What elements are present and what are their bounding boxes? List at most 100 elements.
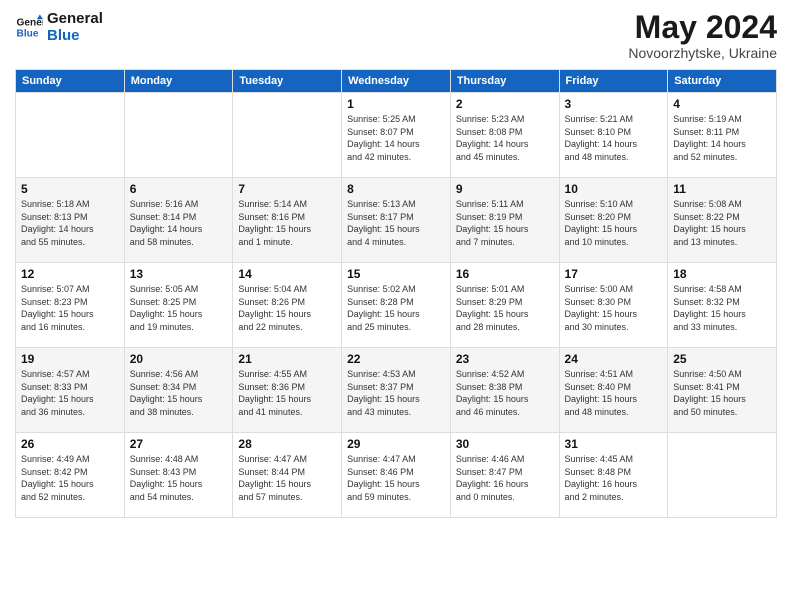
day-info: Sunrise: 5:08 AM Sunset: 8:22 PM Dayligh… bbox=[673, 198, 771, 248]
calendar-cell: 17 Sunrise: 5:00 AM Sunset: 8:30 PM Dayli… bbox=[559, 263, 668, 348]
day-number: 1 bbox=[347, 97, 445, 111]
day-info: Sunrise: 4:45 AM Sunset: 8:48 PM Dayligh… bbox=[565, 453, 663, 503]
day-number: 27 bbox=[130, 437, 228, 451]
logo-icon: General Blue bbox=[15, 13, 43, 41]
day-number: 5 bbox=[21, 182, 119, 196]
calendar-cell: 22Sunrise: 4:53 AM Sunset: 8:37 PM Dayli… bbox=[342, 348, 451, 433]
day-number: 8 bbox=[347, 182, 445, 196]
logo: General Blue General Blue bbox=[15, 10, 103, 45]
calendar-cell bbox=[233, 93, 342, 178]
calendar-cell: 10Sunrise: 5:10 AM Sunset: 8:20 PM Dayli… bbox=[559, 178, 668, 263]
day-number: 6 bbox=[130, 182, 228, 196]
calendar-cell: 24Sunrise: 4:51 AM Sunset: 8:40 PM Dayli… bbox=[559, 348, 668, 433]
calendar-cell: 25 Sunrise: 4:50 AM Sunset: 8:41 PM Dayli… bbox=[668, 348, 777, 433]
calendar-cell: 3 Sunrise: 5:21 AM Sunset: 8:10 PM Daylig… bbox=[559, 93, 668, 178]
day-info: Sunrise: 4:46 AM Sunset: 8:47 PM Dayligh… bbox=[456, 453, 554, 503]
day-info: Sunrise: 5:21 AM Sunset: 8:10 PM Dayligh… bbox=[565, 113, 663, 163]
calendar-cell: 20Sunrise: 4:56 AM Sunset: 8:34 PM Dayli… bbox=[124, 348, 233, 433]
calendar-cell: 4 Sunrise: 5:19 AM Sunset: 8:11 PM Daylig… bbox=[668, 93, 777, 178]
day-number: 3 bbox=[565, 97, 663, 111]
calendar-table: SundayMondayTuesdayWednesdayThursdayFrid… bbox=[15, 69, 777, 518]
calendar-cell bbox=[124, 93, 233, 178]
calendar-cell bbox=[668, 433, 777, 518]
day-info: Sunrise: 5:23 AM Sunset: 8:08 PM Dayligh… bbox=[456, 113, 554, 163]
day-number: 26 bbox=[21, 437, 119, 451]
page: General Blue General Blue May 2024 Novoo… bbox=[0, 0, 792, 612]
day-info: Sunrise: 5:07 AM Sunset: 8:23 PM Dayligh… bbox=[21, 283, 119, 333]
calendar-cell: 19 Sunrise: 4:57 AM Sunset: 8:33 PM Dayli… bbox=[16, 348, 125, 433]
calendar-week-3: 12 Sunrise: 5:07 AM Sunset: 8:23 PM Dayli… bbox=[16, 263, 777, 348]
day-number: 19 bbox=[21, 352, 119, 366]
svg-text:Blue: Blue bbox=[17, 29, 39, 40]
calendar-cell: 8 Sunrise: 5:13 AM Sunset: 8:17 PM Daylig… bbox=[342, 178, 451, 263]
day-number: 17 bbox=[565, 267, 663, 281]
calendar-week-4: 19 Sunrise: 4:57 AM Sunset: 8:33 PM Dayli… bbox=[16, 348, 777, 433]
calendar-cell: 14 Sunrise: 5:04 AM Sunset: 8:26 PM Dayli… bbox=[233, 263, 342, 348]
day-header-saturday: Saturday bbox=[668, 70, 777, 93]
calendar-cell: 26 Sunrise: 4:49 AM Sunset: 8:42 PM Dayli… bbox=[16, 433, 125, 518]
day-header-tuesday: Tuesday bbox=[233, 70, 342, 93]
day-info: Sunrise: 4:57 AM Sunset: 8:33 PM Dayligh… bbox=[21, 368, 119, 418]
calendar-cell: 18Sunrise: 4:58 AM Sunset: 8:32 PM Dayli… bbox=[668, 263, 777, 348]
day-number: 30 bbox=[456, 437, 554, 451]
day-number: 12 bbox=[21, 267, 119, 281]
day-number: 20 bbox=[130, 352, 228, 366]
day-info: Sunrise: 4:48 AM Sunset: 8:43 PM Dayligh… bbox=[130, 453, 228, 503]
day-number: 15 bbox=[347, 267, 445, 281]
calendar-cell: 5Sunrise: 5:18 AM Sunset: 8:13 PM Daylig… bbox=[16, 178, 125, 263]
calendar-cell: 28Sunrise: 4:47 AM Sunset: 8:44 PM Dayli… bbox=[233, 433, 342, 518]
location-title: Novoorzhytske, Ukraine bbox=[628, 45, 777, 61]
day-info: Sunrise: 4:50 AM Sunset: 8:41 PM Dayligh… bbox=[673, 368, 771, 418]
day-info: Sunrise: 5:19 AM Sunset: 8:11 PM Dayligh… bbox=[673, 113, 771, 163]
day-info: Sunrise: 5:04 AM Sunset: 8:26 PM Dayligh… bbox=[238, 283, 336, 333]
day-info: Sunrise: 5:25 AM Sunset: 8:07 PM Dayligh… bbox=[347, 113, 445, 163]
day-info: Sunrise: 4:55 AM Sunset: 8:36 PM Dayligh… bbox=[238, 368, 336, 418]
day-info: Sunrise: 5:01 AM Sunset: 8:29 PM Dayligh… bbox=[456, 283, 554, 333]
day-info: Sunrise: 5:13 AM Sunset: 8:17 PM Dayligh… bbox=[347, 198, 445, 248]
calendar-cell bbox=[16, 93, 125, 178]
month-title: May 2024 bbox=[628, 10, 777, 45]
day-info: Sunrise: 5:05 AM Sunset: 8:25 PM Dayligh… bbox=[130, 283, 228, 333]
day-header-monday: Monday bbox=[124, 70, 233, 93]
day-info: Sunrise: 4:49 AM Sunset: 8:42 PM Dayligh… bbox=[21, 453, 119, 503]
day-number: 9 bbox=[456, 182, 554, 196]
day-number: 2 bbox=[456, 97, 554, 111]
day-info: Sunrise: 4:53 AM Sunset: 8:37 PM Dayligh… bbox=[347, 368, 445, 418]
calendar-cell: 9Sunrise: 5:11 AM Sunset: 8:19 PM Daylig… bbox=[450, 178, 559, 263]
day-number: 4 bbox=[673, 97, 771, 111]
calendar-cell: 7Sunrise: 5:14 AM Sunset: 8:16 PM Daylig… bbox=[233, 178, 342, 263]
calendar-cell: 21 Sunrise: 4:55 AM Sunset: 8:36 PM Dayli… bbox=[233, 348, 342, 433]
day-number: 29 bbox=[347, 437, 445, 451]
logo-line1: General bbox=[47, 10, 103, 27]
day-number: 16 bbox=[456, 267, 554, 281]
day-info: Sunrise: 4:47 AM Sunset: 8:44 PM Dayligh… bbox=[238, 453, 336, 503]
day-number: 24 bbox=[565, 352, 663, 366]
day-info: Sunrise: 5:00 AM Sunset: 8:30 PM Dayligh… bbox=[565, 283, 663, 333]
day-number: 21 bbox=[238, 352, 336, 366]
calendar-cell: 11 Sunrise: 5:08 AM Sunset: 8:22 PM Dayli… bbox=[668, 178, 777, 263]
calendar-cell: 27 Sunrise: 4:48 AM Sunset: 8:43 PM Dayli… bbox=[124, 433, 233, 518]
calendar-week-2: 5Sunrise: 5:18 AM Sunset: 8:13 PM Daylig… bbox=[16, 178, 777, 263]
day-number: 10 bbox=[565, 182, 663, 196]
day-header-wednesday: Wednesday bbox=[342, 70, 451, 93]
day-number: 7 bbox=[238, 182, 336, 196]
calendar-cell: 6 Sunrise: 5:16 AM Sunset: 8:14 PM Daylig… bbox=[124, 178, 233, 263]
day-info: Sunrise: 4:47 AM Sunset: 8:46 PM Dayligh… bbox=[347, 453, 445, 503]
day-header-sunday: Sunday bbox=[16, 70, 125, 93]
header: General Blue General Blue May 2024 Novoo… bbox=[15, 10, 777, 61]
day-header-thursday: Thursday bbox=[450, 70, 559, 93]
title-block: May 2024 Novoorzhytske, Ukraine bbox=[628, 10, 777, 61]
day-number: 31 bbox=[565, 437, 663, 451]
logo-line2: Blue bbox=[47, 27, 103, 44]
day-number: 25 bbox=[673, 352, 771, 366]
calendar-cell: 13Sunrise: 5:05 AM Sunset: 8:25 PM Dayli… bbox=[124, 263, 233, 348]
calendar-cell: 29 Sunrise: 4:47 AM Sunset: 8:46 PM Dayli… bbox=[342, 433, 451, 518]
calendar-week-5: 26 Sunrise: 4:49 AM Sunset: 8:42 PM Dayli… bbox=[16, 433, 777, 518]
day-number: 11 bbox=[673, 182, 771, 196]
day-info: Sunrise: 4:58 AM Sunset: 8:32 PM Dayligh… bbox=[673, 283, 771, 333]
day-number: 14 bbox=[238, 267, 336, 281]
calendar-header-row: SundayMondayTuesdayWednesdayThursdayFrid… bbox=[16, 70, 777, 93]
day-info: Sunrise: 5:16 AM Sunset: 8:14 PM Dayligh… bbox=[130, 198, 228, 248]
day-header-friday: Friday bbox=[559, 70, 668, 93]
calendar-cell: 1 Sunrise: 5:25 AM Sunset: 8:07 PM Daylig… bbox=[342, 93, 451, 178]
